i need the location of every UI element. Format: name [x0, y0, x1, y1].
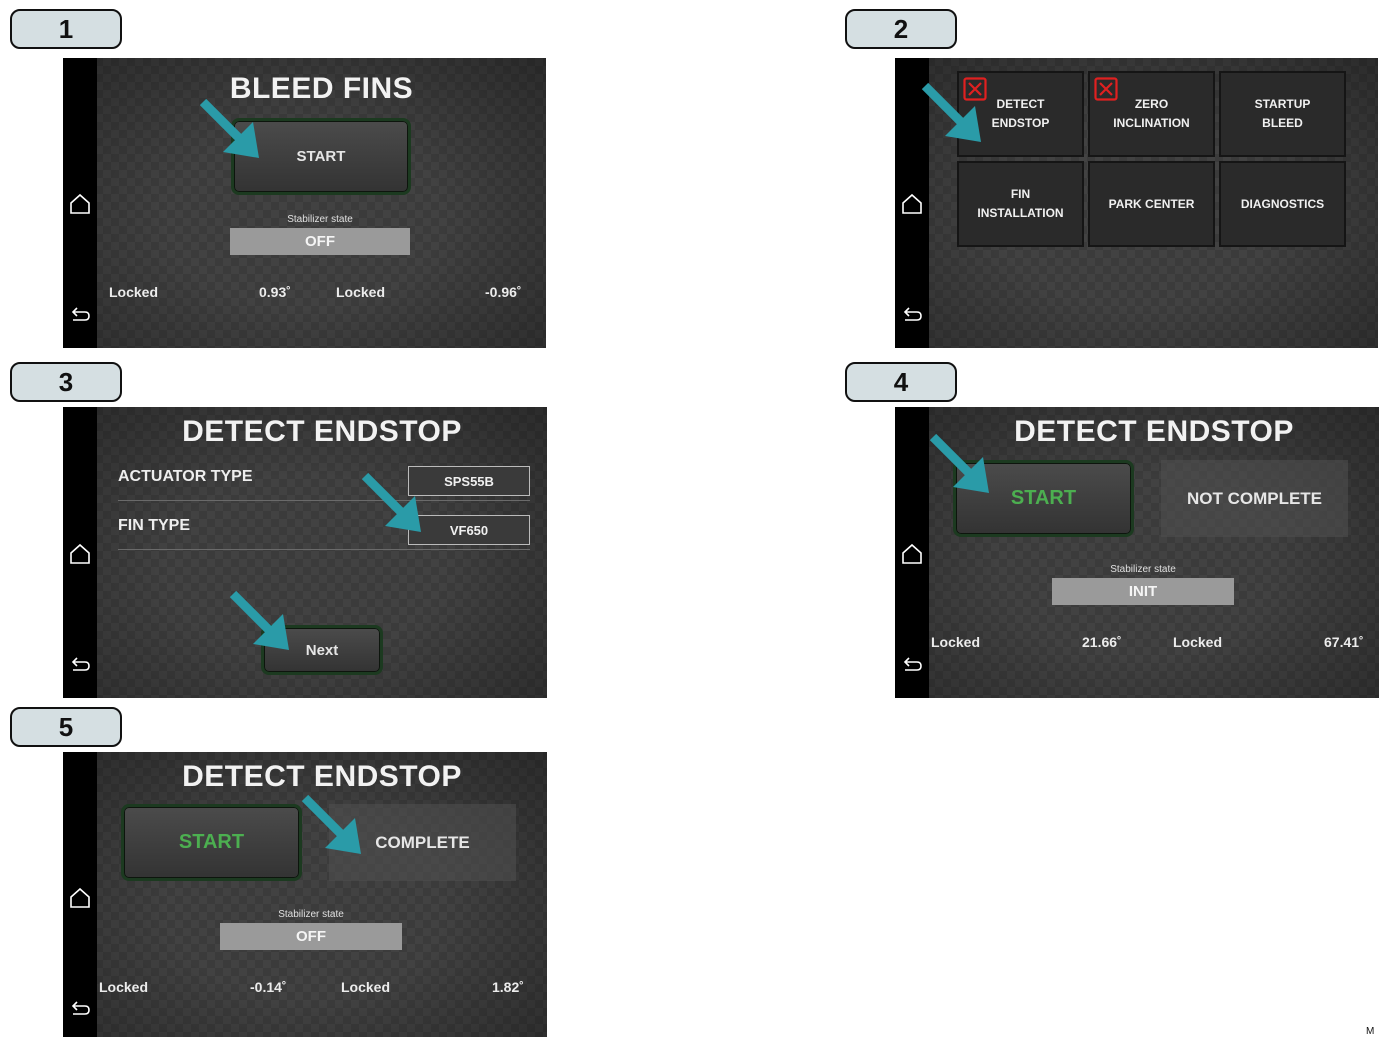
tile-label-line1: DETECT: [996, 97, 1045, 111]
side-nav: [895, 407, 929, 698]
pointer-arrow-icon: [361, 472, 425, 536]
tile-label-line1: PARK CENTER: [1108, 196, 1195, 211]
fin-type-select[interactable]: VF650: [408, 515, 530, 545]
home-icon[interactable]: [68, 542, 92, 566]
detect-status: NOT COMPLETE: [1161, 460, 1348, 537]
footer-code: M: [1366, 1026, 1375, 1037]
error-x-icon: [1094, 77, 1118, 101]
tile-label-line2: ENDSTOP: [991, 116, 1050, 130]
page-title: DETECT ENDSTOP: [1014, 415, 1294, 448]
divider: [118, 549, 530, 550]
back-arrow-icon[interactable]: [68, 303, 92, 327]
right-angle: 67.41˚: [1324, 634, 1364, 650]
tile-label-line1: DIAGNOSTICS: [1240, 196, 1325, 211]
start-button[interactable]: START: [121, 804, 302, 881]
back-arrow-icon[interactable]: [900, 653, 924, 677]
stabilizer-state-label: Stabilizer state: [278, 909, 344, 920]
right-angle: 1.82˚: [492, 979, 524, 995]
page-title: DETECT ENDSTOP: [182, 760, 462, 793]
screen-detect-endstop-init: DETECT ENDSTOP START NOT COMPLETE Stabil…: [895, 407, 1379, 698]
actuator-type-label: ACTUATOR TYPE: [118, 468, 253, 485]
back-arrow-icon[interactable]: [68, 653, 92, 677]
tile-diagnostics[interactable]: DIAGNOSTICS: [1219, 161, 1346, 247]
tile-label-line1: ZERO: [1134, 97, 1169, 111]
page-title: DETECT ENDSTOP: [182, 415, 462, 448]
right-lock-status: Locked: [341, 979, 391, 995]
home-icon[interactable]: [900, 542, 924, 566]
stabilizer-state-label: Stabilizer state: [287, 214, 353, 225]
screen-menu: DETECT ENDSTOP ZERO INCLINATION STARTUP BLE…: [895, 58, 1378, 348]
actuator-type-select[interactable]: SPS55B: [408, 466, 530, 496]
screen-detect-endstop-setup: DETECT ENDSTOP ACTUATOR TYPE SPS55B FIN …: [63, 407, 547, 698]
left-angle: 21.66˚: [1082, 634, 1122, 650]
pointer-arrow-icon: [929, 433, 993, 497]
home-icon[interactable]: [68, 192, 92, 216]
stabilizer-state-value: OFF: [220, 923, 402, 950]
tile-label-line1: FIN: [1010, 187, 1031, 201]
divider: [118, 500, 530, 501]
stabilizer-state-value: INIT: [1052, 578, 1234, 605]
home-icon[interactable]: [900, 192, 924, 216]
step-tag-3: 3: [10, 362, 122, 402]
left-angle: -0.14˚: [250, 979, 287, 995]
fin-type-label: FIN TYPE: [118, 517, 191, 534]
right-lock-status: Locked: [336, 284, 386, 300]
pointer-arrow-icon: [199, 98, 263, 162]
right-angle: -0.96˚: [485, 284, 522, 300]
right-lock-status: Locked: [1173, 634, 1223, 650]
tile-label-line2: INSTALLATION: [977, 206, 1064, 220]
left-lock-status: Locked: [931, 634, 981, 650]
tile-label-line2: INCLINATION: [1113, 116, 1190, 130]
back-arrow-icon[interactable]: [900, 303, 924, 327]
side-nav: [63, 407, 97, 698]
step-tag-1: 1: [10, 9, 122, 49]
step-tag-5: 5: [10, 707, 122, 747]
pointer-arrow-icon: [921, 82, 985, 146]
stabilizer-state-value: OFF: [230, 228, 410, 255]
pointer-arrow-icon: [229, 590, 293, 654]
tile-fin-installation[interactable]: FIN INSTALLATION: [957, 161, 1084, 247]
pointer-arrow-icon: [301, 794, 365, 858]
page-title: BLEED FINS: [229, 72, 414, 105]
home-icon[interactable]: [68, 886, 92, 910]
tile-startup-bleed[interactable]: STARTUP BLEED: [1219, 71, 1346, 157]
left-lock-status: Locked: [109, 284, 159, 300]
stabilizer-state-label: Stabilizer state: [1110, 564, 1176, 575]
screen-bleed-fins: BLEED FINS START Stabilizer state OFF Lo…: [63, 58, 546, 348]
side-nav: [63, 58, 97, 348]
back-arrow-icon[interactable]: [68, 997, 92, 1021]
left-angle: 0.93˚: [259, 284, 291, 300]
left-lock-status: Locked: [99, 979, 149, 995]
tile-zero-inclination[interactable]: ZERO INCLINATION: [1088, 71, 1215, 157]
tile-label-line1: STARTUP: [1254, 97, 1311, 111]
screen-detect-endstop-complete: DETECT ENDSTOP START COMPLETE Stabilizer…: [63, 752, 547, 1037]
side-nav: [63, 752, 97, 1037]
tile-label-line2: BLEED: [1262, 116, 1303, 130]
step-tag-2: 2: [845, 9, 957, 49]
step-tag-4: 4: [845, 362, 957, 402]
tile-park-center[interactable]: PARK CENTER: [1088, 161, 1215, 247]
